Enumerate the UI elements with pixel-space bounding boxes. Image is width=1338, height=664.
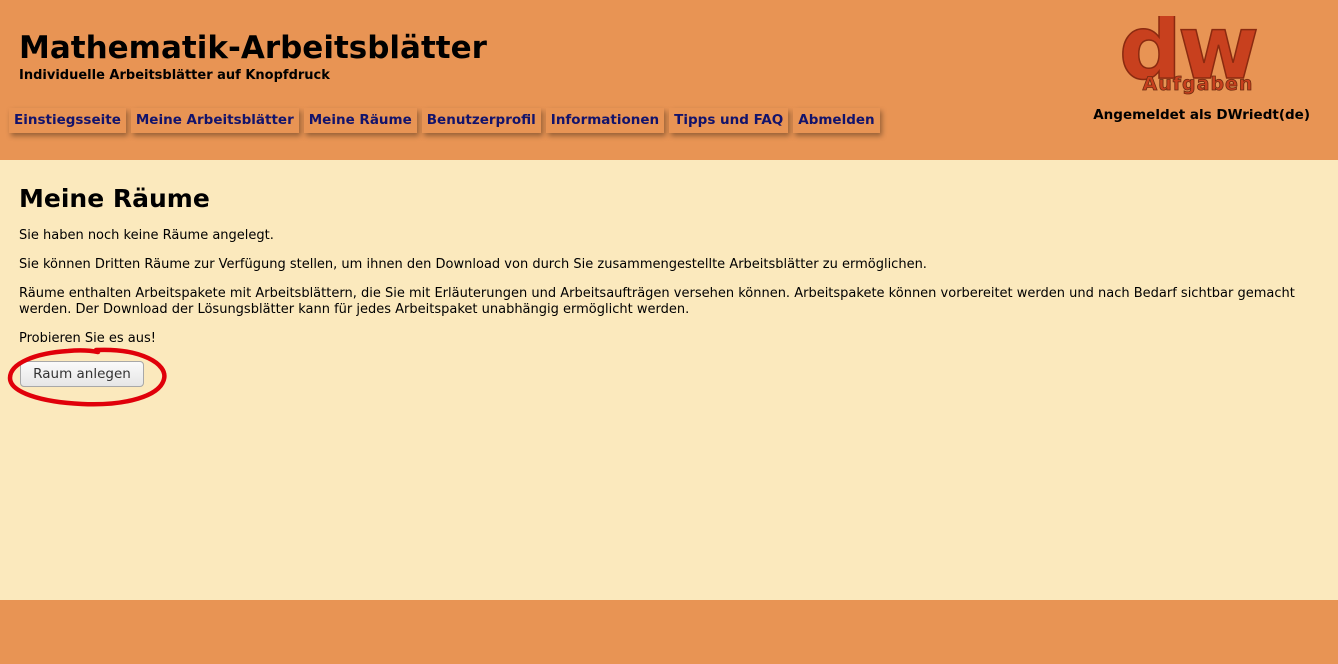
header: Mathematik-Arbeitsblätter Individuelle A… [0, 0, 1338, 160]
nav-item-tipps-und-faq[interactable]: Tipps und FAQ [669, 108, 789, 133]
info-paragraph: Probieren Sie es aus! [19, 331, 157, 346]
login-status: Angemeldet als DWriedt(de) [1093, 107, 1310, 123]
info-paragraph: Sie haben noch keine Räume angelegt. [19, 228, 274, 243]
logo-aufgaben-text: Aufgaben [1143, 73, 1254, 95]
nav-item-einstiegsseite[interactable]: Einstiegsseite [9, 108, 126, 133]
site-title: Mathematik-Arbeitsblätter [19, 30, 487, 66]
dw-aufgaben-logo[interactable]: dw Aufgaben [1062, 16, 1312, 96]
site-subtitle: Individuelle Arbeitsblätter auf Knopfdru… [19, 68, 330, 83]
main-nav: Einstiegsseite Meine Arbeitsblätter Mein… [9, 108, 880, 133]
create-room-button[interactable]: Raum anlegen [20, 361, 144, 387]
footer [0, 600, 1338, 664]
nav-item-meine-arbeitsblaetter[interactable]: Meine Arbeitsblätter [130, 108, 299, 133]
info-paragraph: Sie können Dritten Räume zur Verfügung s… [19, 257, 927, 272]
nav-item-informationen[interactable]: Informationen [545, 108, 665, 133]
nav-item-benutzerprofil[interactable]: Benutzerprofil [421, 108, 541, 133]
nav-item-abmelden[interactable]: Abmelden [793, 108, 880, 133]
info-paragraph: Räume enthalten Arbeitspakete mit Arbeit… [19, 286, 1295, 317]
main-content: Meine Räume Sie haben noch keine Räume a… [0, 160, 1338, 600]
nav-item-meine-raeume[interactable]: Meine Räume [303, 108, 417, 133]
page-title: Meine Räume [19, 184, 210, 213]
